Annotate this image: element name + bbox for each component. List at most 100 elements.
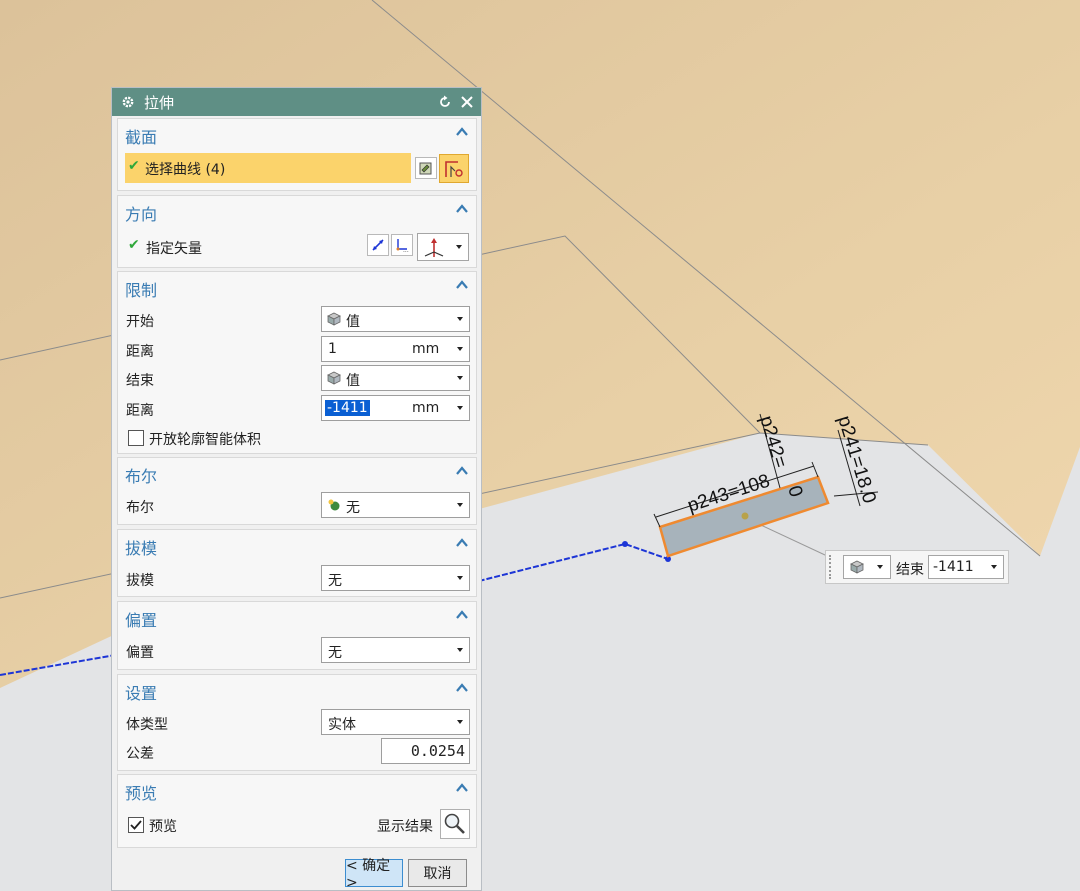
close-icon[interactable] [459, 94, 475, 110]
group-boolean-header[interactable]: 布尔 [118, 458, 476, 486]
cube-icon [850, 560, 864, 574]
distance1-value: 1 [328, 341, 337, 357]
tolerance-input[interactable]: 0.0254 [381, 738, 470, 764]
sketch-section-button[interactable] [415, 157, 437, 179]
chevron-up-icon[interactable] [454, 535, 470, 551]
specify-vector-row: ✔ 指定矢量 ... [118, 233, 476, 261]
group-section: 截面 ✔ 选择曲线 (4) [117, 118, 477, 191]
cancel-button[interactable]: 取消 [408, 859, 467, 887]
select-curve-label: 选择曲线 (4) [145, 162, 226, 178]
center-point [741, 512, 749, 520]
show-result-button[interactable] [440, 809, 470, 839]
draft-row: 拔模 无 [118, 565, 476, 593]
open-profile-checkbox[interactable] [128, 430, 144, 446]
curve-point [622, 541, 628, 547]
curve-icon [445, 160, 463, 177]
chevron-up-icon[interactable] [454, 607, 470, 623]
distance1-input[interactable]: 1 mm [321, 336, 470, 362]
chevron-down-icon [457, 503, 463, 507]
group-direction: 方向 ✔ 指定矢量 ... [117, 195, 477, 268]
chevron-up-icon[interactable] [454, 780, 470, 796]
group-settings-header[interactable]: 设置 [118, 675, 476, 703]
boolean-none-icon [328, 499, 340, 511]
group-section-title: 截面 [125, 128, 158, 147]
body-type-label: 体类型 [126, 717, 168, 733]
chevron-down-icon [457, 406, 463, 410]
offset-value: 无 [328, 645, 342, 661]
cancel-label: 取消 [423, 866, 452, 882]
open-profile-row: 开放轮廓智能体积 [118, 424, 476, 452]
extrude-dialog: 拉伸 截面 ✔ 选择曲线 (4) 方向 ✔ 指定矢量 ... 限制 开始 值 距… [111, 87, 482, 891]
chevron-up-icon[interactable] [454, 463, 470, 479]
boolean-select[interactable]: 无 [321, 492, 470, 518]
end-type-select[interactable]: 值 [321, 365, 470, 391]
cube-icon [327, 371, 341, 385]
dialog-titlebar[interactable]: 拉伸 [112, 88, 481, 116]
preview-label: 预览 [149, 819, 177, 835]
group-preview-header[interactable]: 预览 [118, 775, 476, 803]
chevron-up-icon[interactable] [454, 124, 470, 140]
reverse-direction-button[interactable] [367, 234, 389, 256]
chevron-down-icon [457, 576, 463, 580]
end-row: 结束 值 [118, 365, 476, 393]
reset-icon[interactable] [437, 94, 453, 110]
chevron-down-icon [457, 376, 463, 380]
show-result-label: 显示结果 [377, 819, 433, 835]
cube-icon [327, 312, 341, 326]
float-end-label: 结束 [896, 562, 924, 578]
chevron-down-icon [457, 347, 463, 351]
group-preview-title: 预览 [125, 784, 158, 803]
chevron-down-icon [456, 245, 462, 249]
specify-vector-label: 指定矢量 [146, 241, 202, 257]
float-end-value-select[interactable]: -1411 [928, 555, 1004, 579]
gear-icon[interactable] [120, 94, 136, 110]
preview-checkbox[interactable] [128, 817, 144, 833]
chevron-up-icon[interactable] [454, 680, 470, 696]
checkmark-icon: ✔ [128, 158, 140, 174]
end-type-value: 值 [346, 373, 360, 389]
curve-select-button[interactable] [439, 154, 469, 183]
group-boolean: 布尔 布尔 无 [117, 457, 477, 525]
draft-select[interactable]: 无 [321, 565, 470, 591]
distance2-row: 距离 -1411 mm [118, 395, 476, 423]
group-boolean-title: 布尔 [125, 467, 158, 486]
vector-dialog-button[interactable]: ... [391, 234, 413, 256]
distance2-input[interactable]: -1411 mm [321, 395, 470, 421]
axis-vector-icon [424, 238, 444, 257]
group-draft-header[interactable]: 拔模 [118, 530, 476, 558]
start-label: 开始 [126, 314, 154, 330]
tolerance-value: 0.0254 [410, 742, 465, 760]
sketch-icon [419, 162, 432, 175]
chevron-down-icon [457, 720, 463, 724]
body-type-select[interactable]: 实体 [321, 709, 470, 735]
tolerance-row: 公差 0.0254 [118, 738, 476, 766]
ok-button[interactable]: < 确定 > [345, 858, 403, 891]
group-offset: 偏置 偏置 无 [117, 601, 477, 670]
distance2-label: 距离 [126, 403, 154, 419]
tolerance-label: 公差 [126, 746, 154, 762]
chevron-up-icon[interactable] [454, 201, 470, 217]
start-type-select[interactable]: 值 [321, 306, 470, 332]
chevron-up-icon[interactable] [454, 277, 470, 293]
float-type-select[interactable] [843, 555, 891, 579]
offset-select[interactable]: 无 [321, 637, 470, 663]
group-preview: 预览 预览 显示结果 [117, 774, 477, 848]
dialog-title: 拉伸 [144, 93, 175, 112]
boolean-row: 布尔 无 [118, 492, 476, 520]
open-profile-label: 开放轮廓智能体积 [149, 432, 261, 448]
distance1-row: 距离 1 mm [118, 336, 476, 364]
float-end-value: -1411 [933, 559, 974, 575]
ok-label: < 确定 > [346, 858, 391, 891]
vector-type-select[interactable] [417, 233, 469, 261]
magnifier-icon [444, 813, 465, 834]
drag-handle[interactable] [829, 555, 835, 579]
group-section-header[interactable]: 截面 [118, 119, 476, 147]
group-limits-header[interactable]: 限制 [118, 272, 476, 300]
offset-label: 偏置 [126, 645, 154, 661]
svg-text:...: ... [403, 247, 409, 253]
group-direction-header[interactable]: 方向 [118, 196, 476, 224]
group-offset-header[interactable]: 偏置 [118, 602, 476, 630]
select-curve-row[interactable]: ✔ 选择曲线 (4) [125, 153, 411, 183]
chevron-down-icon [877, 565, 883, 569]
body-type-row: 体类型 实体 [118, 709, 476, 737]
